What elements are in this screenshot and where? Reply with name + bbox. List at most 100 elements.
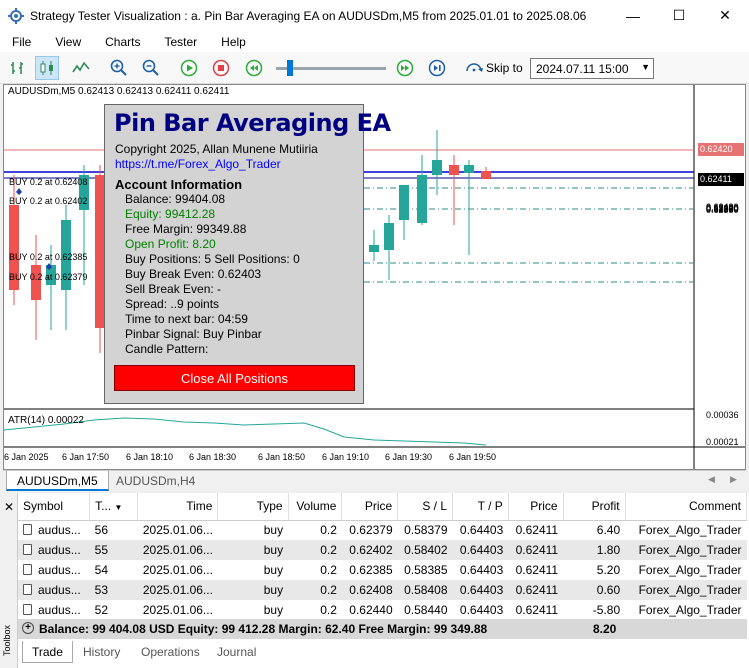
candle-body (464, 165, 474, 173)
position-doc-icon (23, 604, 32, 615)
table-cell: 0.58408 (397, 580, 453, 600)
menu-file[interactable]: File (0, 35, 43, 49)
col-ticket[interactable]: T... ▼ (89, 493, 139, 521)
menu-help[interactable]: Help (209, 35, 258, 49)
rewind-icon[interactable] (242, 56, 266, 80)
table-cell: buy (217, 580, 289, 600)
close-all-positions-button[interactable]: Close All Positions (114, 365, 355, 391)
close-window-button[interactable]: ✕ (702, 0, 748, 31)
speed-slider-thumb[interactable] (287, 60, 293, 76)
menu-bar: File View Charts Tester Help (0, 31, 749, 52)
table-row[interactable]: audus... 55 2025.01.06... buy 0.2 0.62402 0.58… (18, 540, 747, 560)
close-toolbox-icon[interactable]: ✕ (4, 500, 14, 514)
menu-view[interactable]: View (43, 35, 93, 49)
table-cell: 0.62379 (342, 520, 398, 540)
panel-link[interactable]: https://t.me/Forex_Algo_Trader (115, 157, 281, 171)
table-cell: Forex_Algo_Trader (625, 540, 747, 560)
cell-value: 0.58385 (404, 563, 448, 577)
table-cell: audus... (18, 560, 90, 580)
col-open-price[interactable]: Price (341, 493, 399, 521)
tab-history[interactable]: History (74, 641, 129, 663)
cell-value: 2025.01.06... (142, 603, 213, 617)
cell-value: 0.64403 (459, 603, 504, 617)
tab-scroll-left-icon[interactable]: ◀ (708, 474, 715, 485)
equity-text: Equity: 99412.28 (125, 207, 216, 221)
cell-value: audus... (38, 603, 81, 617)
cell-value: 0.2 (320, 583, 337, 597)
gear-icon (8, 7, 24, 24)
ea-info-panel: Pin Bar Averaging EA Copyright 2025, All… (104, 104, 391, 404)
play-icon[interactable] (177, 56, 201, 80)
panel-copyright: Copyright 2025, Allan Munene Mutiiria (115, 142, 318, 156)
tab-operations[interactable]: Operations (132, 641, 209, 663)
menu-charts[interactable]: Charts (93, 35, 152, 49)
table-cell: 0.64403 (453, 520, 509, 540)
atr-tick-high: 0.00036 (706, 410, 739, 420)
col-symbol[interactable]: Symbol (18, 493, 91, 521)
cell-value: 52 (94, 603, 109, 617)
cell-value: 0.2 (320, 603, 337, 617)
fast-forward-icon[interactable] (393, 56, 417, 80)
table-row[interactable]: audus... 54 2025.01.06... buy 0.2 0.62385 0.58… (18, 560, 747, 580)
cell-value: 0.58379 (404, 523, 448, 538)
candlestick-icon[interactable] (35, 56, 59, 80)
bottom-tabs: Trade History Operations Journal (18, 641, 747, 665)
col-time[interactable]: Time (137, 493, 219, 521)
col-tp[interactable]: T / P (452, 493, 509, 521)
zoom-out-icon[interactable] (139, 56, 163, 80)
cell-value: audus... (38, 543, 81, 557)
table-cell: Forex_Algo_Trader (625, 600, 746, 620)
line-chart-icon[interactable] (69, 56, 93, 80)
tab-trade[interactable]: Trade (22, 641, 73, 663)
col-price[interactable]: Price (508, 493, 564, 521)
cell-value: 0.62408 (349, 583, 393, 597)
minimize-button[interactable]: — (610, 0, 656, 31)
table-cell: 0.62411 (508, 540, 564, 560)
table-cell: audus... (18, 600, 90, 620)
cell-value: audus... (38, 583, 81, 597)
table-cell: 0.60 (563, 580, 626, 600)
table-cell: audus... (18, 520, 90, 540)
tab-journal[interactable]: Journal (208, 641, 265, 663)
zoom-in-icon[interactable] (107, 56, 131, 80)
table-cell: 2025.01.06... (137, 540, 218, 560)
stop-icon[interactable] (209, 56, 233, 80)
table-cell: 2025.01.06... (138, 520, 218, 540)
col-sl[interactable]: S / L (397, 493, 454, 521)
maximize-button[interactable]: ☐ (656, 0, 702, 31)
table-cell: Forex_Algo_Trader (625, 580, 747, 600)
table-row[interactable]: audus... 53 2025.01.06... buy 0.2 0.62408 0.58… (18, 580, 747, 600)
skip-to-datetime-input[interactable]: 2024.07.11 15:00 ▼ (530, 58, 654, 79)
expand-plus-icon[interactable]: + (22, 622, 34, 634)
table-cell: 54 (90, 560, 138, 580)
tab-scroll-right-icon[interactable]: ▶ (730, 474, 737, 485)
buy-trade-label: BUY 0.2 at 0.62408 (9, 177, 88, 187)
buy-trade-label: BUY 0.2 at 0.62402 (9, 196, 88, 206)
chart-tab-h4[interactable]: AUDUSDm,H4 (106, 471, 205, 491)
col-type[interactable]: Type (217, 493, 289, 521)
bar-chart-icon[interactable] (6, 56, 30, 80)
atr-indicator-label: ATR(14) 0.00022 (8, 415, 84, 426)
sell-break-even-text: Sell Break Even: - (125, 282, 222, 296)
position-doc-icon (23, 524, 32, 536)
skip-end-icon[interactable] (425, 56, 449, 80)
ask-price-tag: 0.62420 (698, 143, 744, 156)
calendar-dropdown-icon[interactable]: ▼ (641, 62, 650, 72)
menu-tester[interactable]: Tester (152, 35, 209, 49)
table-row[interactable]: audus... 56 2025.01.06... buy 0.2 0.62379 0.58… (18, 520, 747, 540)
table-cell: 0.64403 (453, 600, 509, 620)
table-cell: buy (218, 520, 288, 540)
col-volume[interactable]: Volume (288, 493, 343, 521)
candle-body (481, 171, 491, 179)
table-cell: 0.2 (288, 600, 342, 620)
cell-value: 0.62379 (349, 523, 393, 538)
skip-to-value: 2024.07.11 15:00 (536, 62, 629, 76)
col-profit[interactable]: Profit (563, 493, 626, 521)
table-row[interactable]: audus... 52 2025.01.06... buy 0.2 0.62440 0.58… (18, 600, 747, 620)
table-cell: 0.58385 (398, 560, 453, 580)
account-summary-row: + Balance: 99 404.08 USD Equity: 99 412.… (18, 619, 747, 639)
chart-tab-m5[interactable]: AUDUSDm,M5 (6, 471, 109, 491)
col-comment[interactable]: Comment (625, 493, 748, 521)
cell-value: -5.80 (592, 603, 621, 617)
cell-value: 0.62411 (515, 583, 559, 597)
